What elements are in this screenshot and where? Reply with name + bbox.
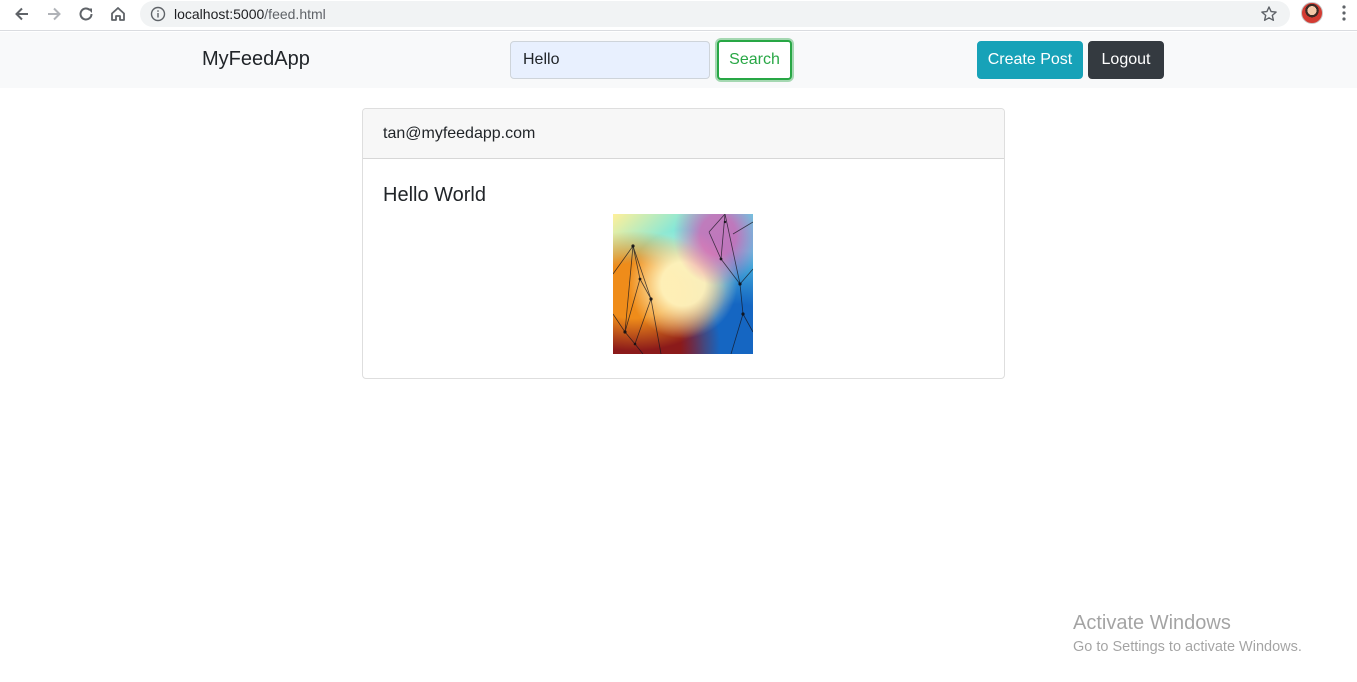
logout-button[interactable]: Logout bbox=[1088, 41, 1164, 79]
star-icon[interactable] bbox=[1260, 5, 1278, 23]
menu-icon[interactable] bbox=[1336, 4, 1352, 22]
back-icon bbox=[15, 7, 28, 21]
brand-link[interactable]: MyFeedApp bbox=[202, 48, 310, 71]
app-navbar: MyFeedApp Search Create Post Logout bbox=[0, 32, 1357, 88]
address-bar[interactable]: localhost:5000/feed.html bbox=[140, 1, 1290, 27]
post-text: Hello World bbox=[383, 184, 486, 206]
reload-button[interactable] bbox=[73, 3, 99, 25]
post-author: tan@myfeedapp.com bbox=[363, 109, 1004, 159]
reload-icon bbox=[79, 7, 93, 21]
url-host: localhost:5000 bbox=[174, 6, 265, 22]
info-icon[interactable] bbox=[150, 6, 166, 22]
forward-button[interactable] bbox=[41, 3, 67, 25]
create-post-button[interactable]: Create Post bbox=[977, 41, 1083, 79]
post-image bbox=[613, 214, 753, 354]
watermark-subtitle: Go to Settings to activate Windows. bbox=[1073, 639, 1302, 655]
post-body: Hello World bbox=[363, 159, 1004, 378]
home-icon bbox=[111, 7, 125, 21]
avatar[interactable] bbox=[1301, 2, 1323, 24]
home-button[interactable] bbox=[105, 3, 131, 25]
post-card: tan@myfeedapp.com Hello World bbox=[362, 108, 1005, 379]
forward-icon bbox=[48, 7, 61, 21]
browser-toolbar: localhost:5000/feed.html bbox=[0, 0, 1357, 31]
watermark-title: Activate Windows bbox=[1073, 612, 1231, 634]
url-text: localhost:5000/feed.html bbox=[174, 6, 326, 22]
activate-windows-watermark: Activate Windows Go to Settings to activ… bbox=[1073, 612, 1302, 655]
back-button[interactable] bbox=[9, 3, 35, 25]
search-button[interactable]: Search bbox=[717, 40, 792, 80]
search-input[interactable] bbox=[510, 41, 710, 79]
url-path: /feed.html bbox=[264, 6, 326, 22]
network-lines-graphic bbox=[613, 214, 753, 354]
